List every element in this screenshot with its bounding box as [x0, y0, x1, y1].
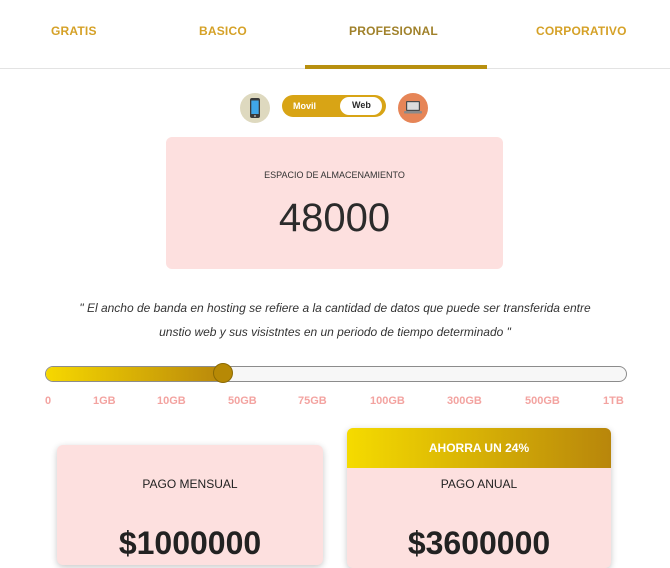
annual-plan-card[interactable]: AHORRA UN 24% PAGO ANUAL $3600000: [347, 428, 611, 568]
storage-label: ESPACIO DE ALMACENAMIENTO: [264, 170, 405, 180]
slider-tick[interactable]: 1GB: [93, 395, 116, 407]
slider-handle[interactable]: [213, 363, 233, 383]
active-tab-indicator: [305, 65, 487, 69]
slider-tick[interactable]: 0: [45, 395, 51, 407]
toggle-web-label[interactable]: Web: [352, 100, 371, 110]
laptop-icon[interactable]: [398, 93, 428, 123]
slider-tick[interactable]: 100GB: [370, 395, 405, 407]
tab-profesional[interactable]: PROFESIONAL: [349, 24, 438, 38]
quote-line-2: unstio web y sus visistntes en un period…: [159, 325, 511, 339]
slider-tick[interactable]: 50GB: [228, 395, 257, 407]
slider-tick[interactable]: 1TB: [603, 395, 624, 407]
slider-fill: [46, 367, 226, 381]
storage-card: ESPACIO DE ALMACENAMIENTO 48000: [166, 137, 503, 269]
storage-value: 48000: [278, 196, 391, 240]
bandwidth-slider[interactable]: [45, 366, 627, 382]
tab-corporativo[interactable]: CORPORATIVO: [536, 24, 627, 38]
plan-tabs: GRATIS BASICO PROFESIONAL CORPORATIVO: [0, 0, 670, 69]
quote-line-1: " El ancho de banda en hosting se refier…: [79, 301, 591, 315]
savings-badge: AHORRA UN 24%: [428, 441, 530, 455]
slider-tick[interactable]: 10GB: [157, 395, 186, 407]
device-toggle[interactable]: Movil Web: [282, 95, 386, 117]
monthly-plan-card[interactable]: PAGO MENSUAL $1000000: [57, 445, 323, 565]
tab-gratis[interactable]: GRATIS: [51, 24, 97, 38]
monthly-plan-title: PAGO MENSUAL: [142, 477, 238, 491]
slider-tick[interactable]: 500GB: [525, 395, 560, 407]
slider-tick[interactable]: 300GB: [447, 395, 482, 407]
tab-basico[interactable]: BASICO: [199, 24, 247, 38]
bandwidth-quote: " El ancho de banda en hosting se refier…: [40, 296, 630, 344]
annual-plan-title: PAGO ANUAL: [440, 477, 518, 491]
savings-banner: AHORRA UN 24%: [347, 428, 611, 468]
toggle-movil-label[interactable]: Movil: [293, 101, 316, 111]
slider-tick[interactable]: 75GB: [298, 395, 327, 407]
smartphone-icon[interactable]: [240, 93, 270, 123]
